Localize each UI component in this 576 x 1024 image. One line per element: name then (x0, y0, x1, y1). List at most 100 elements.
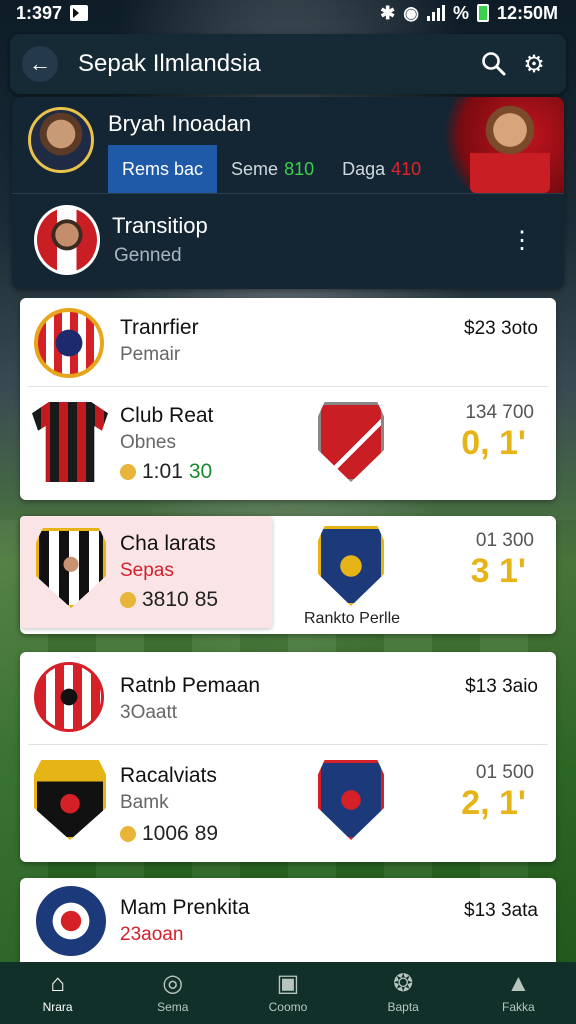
alarm-icon: ◉ (403, 2, 419, 23)
tab-label: Rems bac (122, 158, 204, 179)
stat-small: 01 300 (475, 530, 534, 551)
item-price: $13 3ata (464, 900, 538, 921)
list-item[interactable]: Racalviats Bamk 1006 89 01 500 2, 1' (20, 746, 556, 862)
more-button[interactable]: ⋮ (510, 225, 534, 255)
nav-label: Fakka (502, 1000, 535, 1014)
player-image (470, 103, 550, 193)
item-title: Club Reat (120, 404, 214, 427)
list-item[interactable]: Tranrfier Pemair $23 3oto (20, 298, 556, 386)
item-title: Cha larats (120, 532, 216, 555)
list-item[interactable]: Cha larats Sepas 3810 85 Rankto Perlle 0… (20, 516, 556, 634)
club-crest (36, 886, 106, 956)
item-price: $23 3oto (464, 318, 538, 339)
coin-value: 1:01 30 (120, 460, 212, 484)
club-crest (36, 528, 106, 608)
transfer-card: Ratnb Pemaan 3Oaatt $13 3aio Racalviats … (20, 652, 556, 862)
gear-icon: ⚙ (523, 50, 545, 78)
stat-big: 3 1' (470, 552, 526, 590)
list-item[interactable]: Club Reat Obnes 1:01 30 134 700 0, 1' (20, 388, 556, 500)
signal-icon (426, 5, 445, 21)
list-item[interactable]: Ratnb Pemaan 3Oaatt $13 3aio (20, 652, 556, 744)
jersey-image (32, 402, 108, 482)
battery-percent: % (452, 2, 469, 23)
top-app-bar: ← Sepak Ilmlandsia ⚙ (10, 34, 566, 94)
nav-sema[interactable]: ◎ Sema (128, 962, 218, 1024)
profile-name: Bryah Inoadan (108, 111, 252, 136)
item-subtitle: 23aoan (120, 924, 184, 945)
search-icon (482, 52, 506, 76)
clipboard-icon: ▣ (276, 970, 300, 997)
tab-daga[interactable]: Daga 410 (328, 145, 435, 193)
club-crest (318, 526, 384, 606)
settings-button[interactable]: ⚙ (514, 44, 554, 84)
item-price: $13 3aio (465, 676, 538, 697)
coin-icon (120, 464, 136, 480)
profile-tabs: Rems bac Seme 810 Daga 410 (108, 145, 435, 193)
item-subtitle: Bamk (120, 792, 169, 813)
club-crest (318, 760, 384, 840)
club-crest (318, 402, 384, 482)
stat-small: 01 500 (475, 762, 534, 783)
coin-amount: 3810 (142, 588, 189, 611)
item-subtitle: Pemair (120, 344, 181, 365)
avatar[interactable] (28, 107, 94, 173)
transfer-card: Mam Prenkita 23aoan $13 3ata (20, 878, 556, 962)
transfer-card: Cha larats Sepas 3810 85 Rankto Perlle 0… (20, 516, 556, 634)
profile-panel: Bryah Inoadan Rems bac Seme 810 Daga 410… (12, 97, 564, 289)
club-crest (34, 662, 104, 732)
trophy-icon: ❂ (393, 970, 414, 997)
player-badge[interactable] (34, 205, 100, 275)
arrow-left-icon: ← (29, 51, 51, 76)
coin-extra: 30 (188, 460, 213, 483)
coin-value: 1006 89 (120, 822, 218, 846)
more-vertical-icon: ⋮ (510, 226, 534, 254)
divider (12, 193, 564, 194)
stat-big: 2, 1' (461, 784, 526, 822)
nav-label: Coomo (268, 1000, 308, 1014)
tab-label: Daga (342, 158, 386, 179)
transfer-card: Tranrfier Pemair $23 3oto Club Reat Obne… (20, 298, 556, 500)
coin-amount: 1006 (142, 822, 189, 845)
stat-small: 134 700 (465, 402, 534, 423)
stat-big: 0, 1' (461, 424, 526, 462)
item-title: Mam Prenkita (120, 896, 250, 919)
person-icon: ▲ (506, 970, 531, 997)
nav-label: Bapta (387, 1000, 419, 1014)
club-crest (34, 760, 106, 840)
item-title: Ratnb Pemaan (120, 674, 261, 697)
coin-icon (120, 826, 136, 842)
item-subtitle: 3Oaatt (120, 702, 178, 723)
search-button[interactable] (474, 44, 514, 84)
divider (28, 744, 548, 745)
ball-icon: ◎ (162, 970, 184, 997)
back-button[interactable]: ← (22, 46, 58, 82)
coin-icon (120, 592, 136, 608)
club-crest (34, 308, 104, 378)
item-title: Tranrfier (120, 316, 199, 339)
nav-bapta[interactable]: ❂ Bapta (358, 962, 448, 1024)
home-icon: ⌂ (50, 970, 65, 997)
nav-coomo[interactable]: ▣ Coomo (243, 962, 333, 1024)
tab-count: 810 (284, 158, 315, 179)
battery-icon (476, 4, 489, 22)
crest-caption: Rankto Perlle (304, 610, 401, 627)
item-subtitle: Obnes (120, 432, 176, 453)
section-subtitle: Genned (114, 245, 182, 266)
status-right-text: 12:50M (496, 2, 558, 23)
item-title: Racalviats (120, 764, 217, 787)
tab-label: Seme (231, 158, 279, 179)
divider (28, 386, 548, 387)
list-item[interactable]: Mam Prenkita 23aoan $13 3ata (20, 878, 556, 962)
tab-seme[interactable]: Seme 810 (217, 145, 328, 193)
item-subtitle: Sepas (120, 560, 174, 581)
coin-extra: 89 (194, 822, 219, 845)
nav-fakka[interactable]: ▲ Fakka (473, 962, 563, 1024)
nav-label: Sema (157, 1000, 189, 1014)
nav-label: Nrara (42, 1000, 73, 1014)
coin-amount: 1:01 (142, 460, 183, 483)
nav-home[interactable]: ⌂ Nrara (13, 962, 103, 1024)
notification-icon (70, 5, 89, 21)
tab-rems-bac[interactable]: Rems bac (108, 145, 218, 193)
status-bar: 1:397 ✱ ◉ % 12:50M (0, 0, 576, 26)
tab-count: 410 (391, 158, 422, 179)
